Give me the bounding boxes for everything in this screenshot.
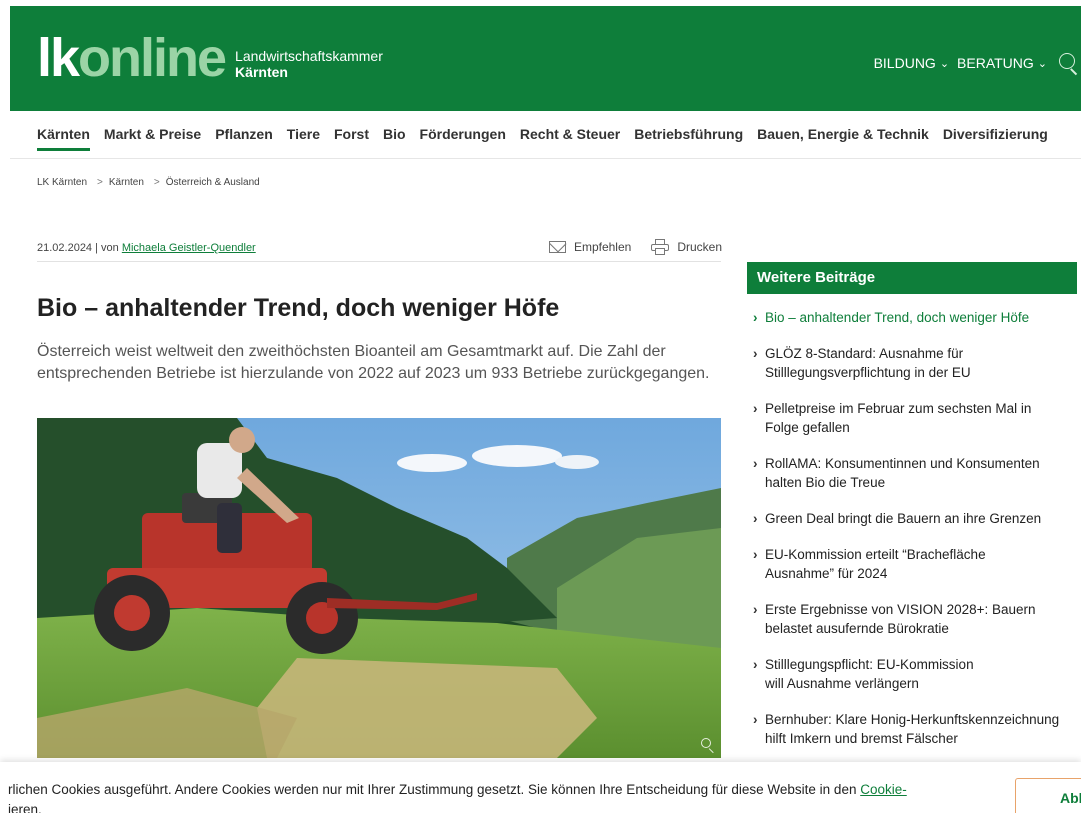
search-icon[interactable] (1057, 52, 1079, 75)
sidebar-item-line2: Folge gefallen (765, 420, 850, 435)
nav-item-betriebsfuehrung[interactable]: Betriebsführung (634, 126, 743, 151)
article-photo[interactable] (37, 418, 721, 758)
sidebar-item[interactable]: › Pelletpreise im Februar zum sechsten Ma… (747, 399, 1077, 437)
sidebar-item-line2: halten Bio die Treue (765, 475, 886, 490)
breadcrumb-item-lk-kaernten[interactable]: LK Kärnten (37, 177, 87, 188)
breadcrumb: LK Kärnten > Kärnten > Österreich & Ausl… (37, 177, 260, 188)
recommend-button[interactable]: Empfehlen (548, 240, 632, 254)
sidebar-item-line1: GLÖZ 8-Standard: Ausnahme für (765, 346, 964, 361)
zoom-icon[interactable] (701, 738, 715, 754)
sidebar-item[interactable]: › Stilllegungspflicht: EU-Kommission will … (747, 655, 1077, 693)
cookie-banner: rlichen Cookies ausgeführt. Andere Cooki… (0, 762, 1081, 813)
nav-item-pflanzen[interactable]: Pflanzen (215, 126, 273, 151)
site-logo[interactable]: lk online Landwirtschaftskammer Kärnten (37, 28, 383, 88)
nav-item-kaernten[interactable]: Kärnten (37, 126, 90, 151)
breadcrumb-separator: > (97, 177, 103, 188)
mail-icon (548, 241, 566, 253)
nav-item-bauen-energie-technik[interactable]: Bauen, Energie & Technik (757, 126, 929, 151)
header-nav-label: BILDUNG (873, 55, 936, 71)
header-nav-beratung[interactable]: BERATUNG ⌄ (957, 55, 1047, 71)
header-nav-label: BERATUNG (957, 55, 1034, 71)
cookie-settings-link[interactable]: Cookie- (860, 782, 907, 797)
article-title: Bio – anhaltender Trend, doch weniger Hö… (37, 294, 560, 322)
photo-farmer-mowing (37, 418, 721, 758)
main-nav: Kärnten Markt & Preise Pflanzen Tiere Fo… (37, 126, 1062, 151)
article-lead: Österreich weist weltweit den zweithöchs… (37, 341, 727, 385)
logo-subtitle-line1: Landwirtschaftskammer (235, 48, 383, 64)
sidebar-item[interactable]: › RollAMA: Konsumentinnen und Konsumenten… (747, 454, 1077, 492)
sidebar-list: › Bio – anhaltender Trend, doch weniger H… (747, 308, 1077, 748)
article-date: 21.02.2024 (37, 242, 93, 254)
sidebar-item-line1: Erste Ergebnisse von VISION 2028+: Bauer… (765, 602, 1036, 617)
sidebar-item-line2: Stilllegungsverpflichtung in der EU (765, 365, 971, 380)
cookie-text: rlichen Cookies ausgeführt. Andere Cooki… (8, 780, 1008, 813)
sidebar-item[interactable]: › GLÖZ 8-Standard: Ausnahme für Stilllegun… (747, 344, 1077, 382)
sidebar-related: Weitere Beiträge › Bio – anhaltender Tren… (747, 262, 1077, 765)
printer-icon (651, 239, 670, 255)
cookie-decline-button[interactable]: Abl (1015, 778, 1081, 813)
nav-item-forst[interactable]: Forst (334, 126, 369, 151)
sidebar-item-line2: hilft Imkern und bremst Fälscher (765, 731, 958, 746)
sidebar-item-line2: belastet ausufernde Bürokratie (765, 621, 949, 636)
sidebar-item[interactable]: › Bio – anhaltender Trend, doch weniger H… (747, 308, 1077, 327)
nav-item-tiere[interactable]: Tiere (287, 126, 320, 151)
nav-item-diversifizierung[interactable]: Diversifizierung (943, 126, 1048, 151)
nav-item-bio[interactable]: Bio (383, 126, 406, 151)
breadcrumb-separator: > (153, 177, 160, 188)
sidebar-item[interactable]: › Bernhuber: Klare Honig-Herkunftskennzei… (747, 710, 1077, 748)
nav-item-recht-steuer[interactable]: Recht & Steuer (520, 126, 620, 151)
sidebar-heading: Weitere Beiträge (747, 262, 1077, 294)
article-by: | von (92, 242, 122, 254)
sidebar-item-line2: Ausnahme” für 2024 (765, 566, 888, 581)
logo-subtitle: Landwirtschaftskammer Kärnten (235, 48, 383, 80)
header-nav: BILDUNG ⌄ BERATUNG ⌄ (874, 52, 1079, 75)
chevron-down-icon: ⌄ (1037, 57, 1047, 70)
cookie-text-line1: rlichen Cookies ausgeführt. Andere Cooki… (8, 782, 861, 797)
article-lead-line1: Österreich weist weltweit den zweithöchs… (37, 343, 666, 360)
sidebar-item[interactable]: › Erste Ergebnisse von VISION 2028+: Baue… (747, 600, 1077, 638)
logo-lk: lk (37, 28, 80, 88)
breadcrumb-item-kaernten[interactable]: Kärnten (109, 177, 144, 188)
author-link[interactable]: Michaela Geistler-Quendler (122, 242, 256, 254)
breadcrumb-item-oesterreich-ausland[interactable]: Österreich & Ausland (166, 177, 260, 188)
sidebar-item-line1: Stilllegungspflicht: EU-Kommission (765, 657, 974, 672)
chevron-down-icon: ⌄ (939, 57, 950, 70)
meta-divider (37, 261, 721, 262)
logo-subtitle-line2: Kärnten (235, 64, 288, 80)
site-header: lk online Landwirtschaftskammer Kärnten … (10, 6, 1081, 111)
header-nav-bildung[interactable]: BILDUNG ⌄ (874, 55, 949, 71)
sidebar-item-line1: Bernhuber: Klare Honig-Herkunftskennzeic… (765, 712, 1060, 727)
nav-divider (10, 158, 1081, 159)
sidebar-item-line2: will Ausnahme verlängern (765, 676, 919, 691)
recommend-label: Empfehlen (573, 240, 632, 254)
sidebar-item-line1: Pelletpreise im Februar zum sechsten Mal… (765, 401, 1032, 416)
sidebar-item[interactable]: › EU-Kommission erteilt “Brachefläche Ausn… (747, 545, 1077, 583)
sidebar-item-line1: RollAMA: Konsumentinnen und Konsumenten (765, 456, 1040, 471)
print-label: Drucken (677, 240, 722, 254)
article-meta: 21.02.2024 | von Michaela Geistler-Quend… (37, 242, 256, 254)
nav-item-markt-preise[interactable]: Markt & Preise (104, 126, 201, 151)
print-button[interactable]: Drucken (651, 239, 722, 255)
sidebar-item-line1: Green Deal bringt die Bauern an ihre Gre… (765, 511, 1042, 526)
cookie-text-line2: ieren. (8, 802, 42, 813)
sidebar-item-line1: EU-Kommission erteilt “Brachefläche (765, 547, 986, 562)
sidebar-item-line1: Bio – anhaltender Trend, doch weniger Hö… (765, 310, 1030, 325)
article-lead-line2: entsprechenden Betriebe ist hierzulande … (37, 365, 710, 382)
article-actions: Empfehlen Drucken (529, 239, 722, 255)
nav-item-foerderungen[interactable]: Förderungen (420, 126, 506, 151)
sidebar-item[interactable]: › Green Deal bringt die Bauern an ihre Gr… (747, 509, 1077, 528)
logo-online: online (78, 28, 227, 88)
